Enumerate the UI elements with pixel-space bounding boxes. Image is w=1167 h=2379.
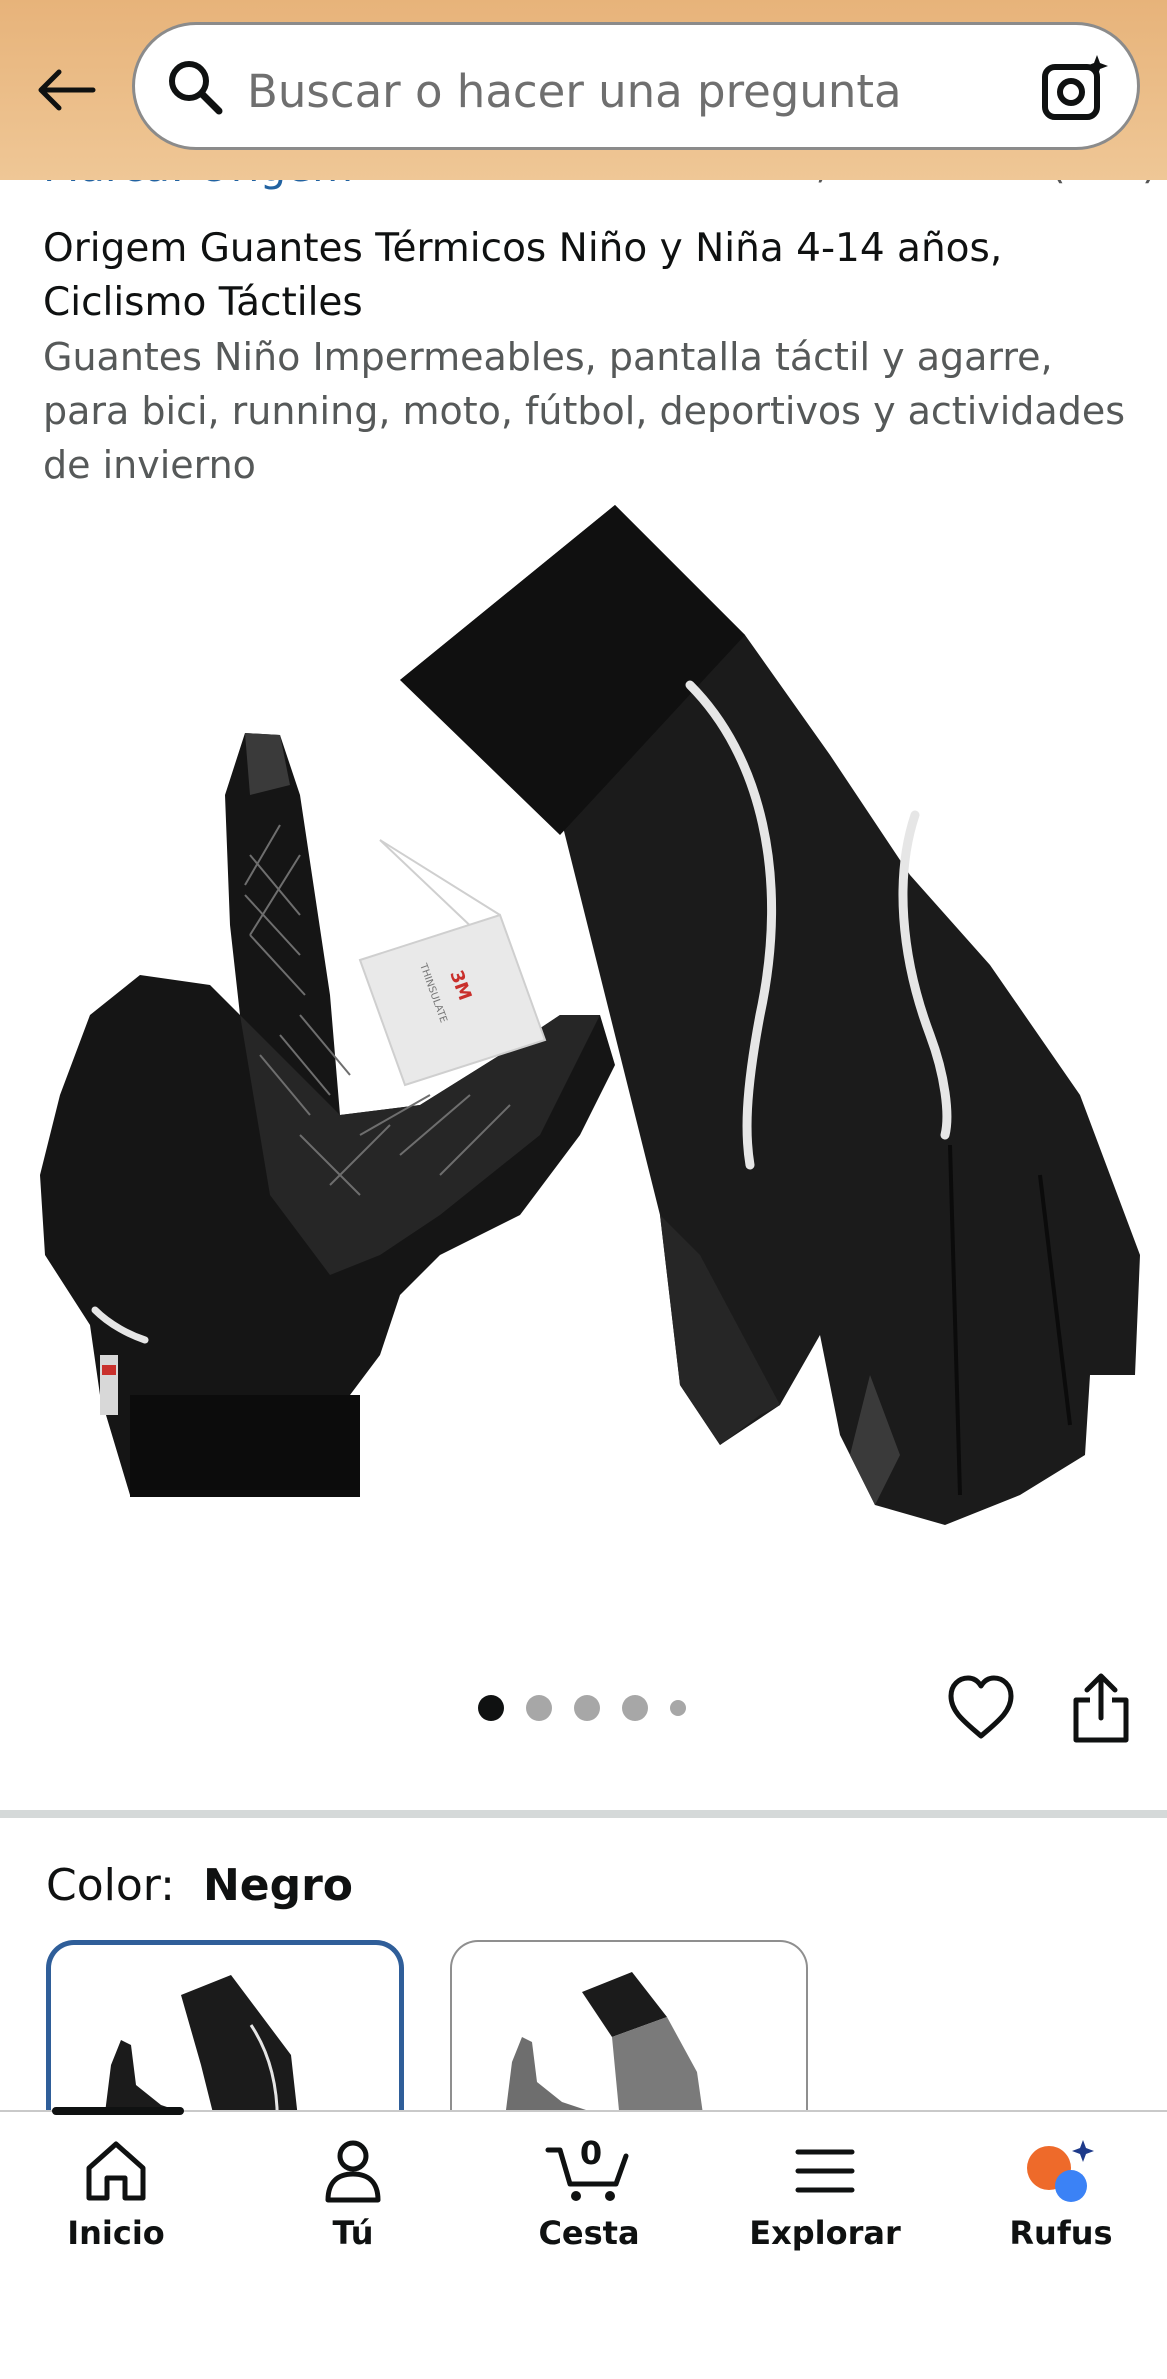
selected-color-value: Negro (202, 1860, 354, 1911)
section-divider (0, 1810, 1167, 1818)
color-selector-label: Color: Negro (46, 1860, 353, 1911)
nav-label-rufus: Rufus (1009, 2214, 1113, 2252)
image-carousel-dots[interactable] (478, 1693, 686, 1723)
carousel-dot[interactable] (574, 1695, 600, 1721)
nav-item-inicio[interactable]: Inicio (26, 2136, 206, 2266)
nav-label-cesta: Cesta (538, 2214, 640, 2252)
share-icon[interactable] (1068, 1670, 1134, 1746)
nav-item-rufus[interactable]: Rufus (971, 2136, 1151, 2266)
menu-icon (795, 2149, 855, 2193)
search-icon (169, 61, 223, 115)
rufus-icon (1027, 2140, 1094, 2202)
carousel-dot[interactable] (526, 1695, 552, 1721)
top-header: Buscar o hacer una pregunta (0, 0, 1167, 180)
carousel-dot[interactable] (478, 1695, 504, 1721)
brand-link[interactable]: Marca: Origem (43, 180, 353, 191)
cart-count-badge: 0 (579, 2134, 603, 2172)
heart-icon[interactable] (945, 1672, 1017, 1744)
nav-label-inicio: Inicio (67, 2214, 165, 2252)
search-input[interactable]: Buscar o hacer una pregunta (247, 65, 902, 118)
nav-item-explorar[interactable]: Explorar (735, 2136, 915, 2266)
person-icon (325, 2140, 381, 2203)
nav-item-tu[interactable]: Tú (263, 2136, 443, 2266)
thinsulate-tag: 3M THINSULATE (358, 839, 547, 1087)
brand-rating-row: Marca: Origem 4,2 ☆☆☆☆☆ (363) (0, 180, 1167, 200)
home-icon (86, 2141, 146, 2201)
product-subtitle: Guantes Niño Impermeables, pantalla táct… (43, 335, 1126, 487)
color-label: Color: (46, 1860, 175, 1911)
bottom-nav-bar: Inicio Tú 0 Cesta Explorar Rufus (0, 2107, 1167, 2379)
camera-icon[interactable] (1039, 53, 1111, 125)
product-image[interactable]: 3M THINSULATE (0, 495, 1167, 1635)
carousel-dot[interactable] (670, 1700, 686, 1716)
star-rating-icon[interactable]: ☆☆☆☆☆ (858, 180, 1047, 186)
nav-item-cesta[interactable]: 0 Cesta (499, 2134, 679, 2266)
arrow-left-icon (38, 69, 96, 111)
left-glove (40, 733, 615, 1497)
active-tab-indicator (52, 2107, 184, 2115)
product-title: Origem Guantes Térmicos Niño y Niña 4-14… (43, 226, 1003, 325)
nav-label-tu: Tú (332, 2214, 374, 2252)
carousel-dot[interactable] (622, 1695, 648, 1721)
search-bar[interactable]: Buscar o hacer una pregunta (132, 22, 1140, 150)
rating-count[interactable]: (363) (1050, 180, 1158, 188)
back-button[interactable] (30, 55, 100, 125)
nav-label-explorar: Explorar (749, 2214, 901, 2252)
rating-value: 4,2 (790, 180, 854, 188)
